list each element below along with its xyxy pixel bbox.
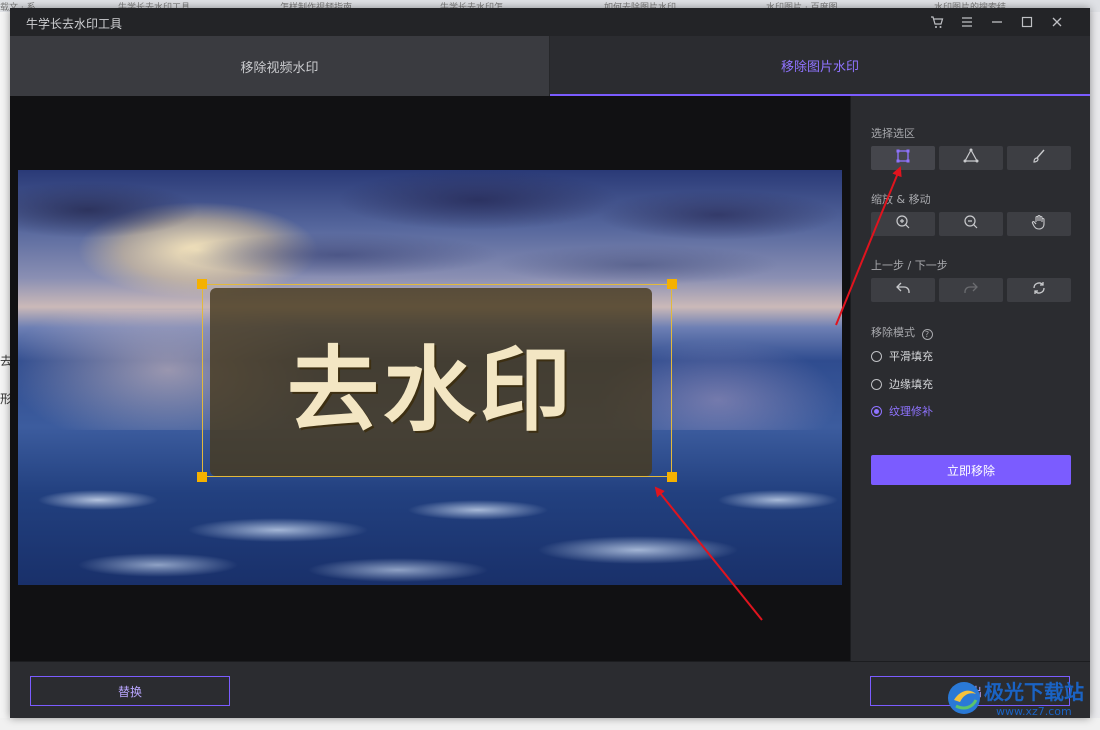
remove-mode-text: 移除模式 — [871, 326, 915, 339]
selection-handle-bottom-left[interactable] — [197, 472, 207, 482]
reset-icon — [1030, 279, 1048, 301]
selection-handle-top-right[interactable] — [667, 279, 677, 289]
replace-button[interactable]: 替换 — [30, 676, 230, 706]
background-page-bottom — [0, 718, 1100, 730]
selection-handle-top-left[interactable] — [197, 279, 207, 289]
rectangle-select-button[interactable] — [871, 146, 935, 170]
app-window: 牛学长去水印工具 移除视频水印 移除图片水印 去水印 选择选区 缩放 & 移动 … — [10, 8, 1090, 718]
watermark-overlay: 去水印 — [210, 288, 652, 476]
undo-redo-label: 上一步 / 下一步 — [871, 259, 948, 272]
watermark-text: 去水印 — [286, 336, 575, 444]
redo-icon — [962, 279, 980, 301]
background-page-edge: 去 形 — [0, 12, 12, 730]
redo-button[interactable] — [939, 278, 1003, 302]
photo-preview[interactable]: 去水印 — [18, 170, 842, 585]
mode-texture-repair-label: 纹理修补 — [889, 405, 933, 418]
mode-smooth-fill[interactable]: 平滑填充 — [871, 348, 933, 364]
zoom-out-icon — [962, 213, 980, 235]
mode-texture-repair[interactable]: 纹理修补 — [871, 403, 933, 419]
cart-icon[interactable] — [927, 12, 947, 32]
help-icon[interactable]: ? — [921, 329, 933, 340]
zoom-move-label: 缩放 & 移动 — [871, 193, 931, 206]
window-title: 牛学长去水印工具 — [26, 17, 123, 31]
minimize-icon[interactable] — [987, 12, 1007, 32]
selection-handle-bottom-right[interactable] — [667, 472, 677, 482]
polygon-select-icon — [962, 147, 980, 169]
menu-icon[interactable] — [957, 12, 977, 32]
mode-tabs: 移除视频水印 移除图片水印 — [10, 36, 1090, 96]
footer-bar: 替换 导出 — [10, 661, 1090, 718]
image-canvas[interactable]: 去水印 — [10, 96, 850, 661]
title-bar: 牛学长去水印工具 — [10, 8, 1090, 36]
brush-select-button[interactable] — [1007, 146, 1071, 170]
zoom-in-button[interactable] — [871, 212, 935, 236]
radio-button[interactable] — [871, 350, 882, 362]
photo-clouds — [18, 170, 842, 290]
brand-name: 极光下载站 — [984, 680, 1084, 704]
reset-button[interactable] — [1007, 278, 1071, 302]
mode-smooth-fill-label: 平滑填充 — [889, 350, 933, 363]
mode-edge-fill[interactable]: 边缘填充 — [871, 376, 933, 392]
undo-button[interactable] — [871, 278, 935, 302]
select-area-label: 选择选区 — [871, 127, 915, 140]
maximize-icon[interactable] — [1017, 12, 1037, 32]
tab-remove-video-watermark[interactable]: 移除视频水印 — [10, 36, 550, 96]
rectangle-select-icon — [894, 147, 912, 169]
remove-mode-label: 移除模式 ? — [871, 324, 933, 340]
photo-foam — [18, 470, 842, 585]
mode-edge-fill-label: 边缘填充 — [889, 378, 933, 391]
zoom-in-icon — [894, 213, 912, 235]
pan-button[interactable] — [1007, 212, 1071, 236]
polygon-select-button[interactable] — [939, 146, 1003, 170]
hand-icon — [1030, 213, 1048, 235]
radio-button[interactable] — [871, 378, 882, 390]
undo-icon — [894, 279, 912, 301]
brand-url: www.xz7.com — [996, 705, 1072, 718]
radio-button-selected[interactable] — [871, 405, 882, 417]
tool-sidebar: 选择选区 缩放 & 移动 上一步 / 下一步 移除模式 ? 平滑填充 边缘填充 … — [850, 96, 1090, 661]
zoom-out-button[interactable] — [939, 212, 1003, 236]
close-icon[interactable] — [1047, 12, 1067, 32]
tab-remove-image-watermark[interactable]: 移除图片水印 — [550, 36, 1090, 96]
remove-now-button[interactable]: 立即移除 — [871, 455, 1071, 485]
brush-icon — [1030, 147, 1048, 169]
